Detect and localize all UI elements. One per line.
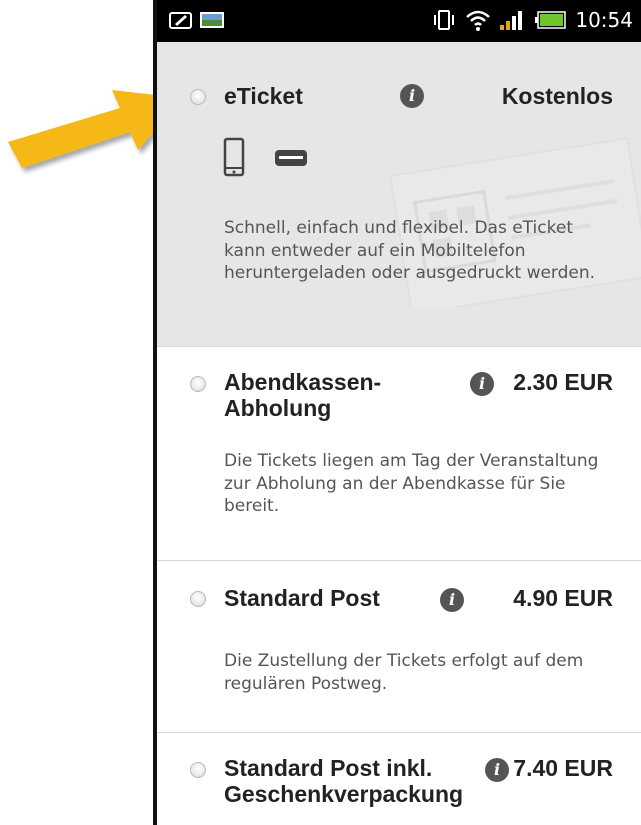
mobile-phone-icon (223, 137, 245, 177)
status-time: 10:54 (575, 8, 633, 32)
option-price-gift-wrap: 7.40 EUR (513, 755, 613, 781)
printer-icon (275, 150, 307, 166)
phone-screen: 10:54 eTicket i Kostenlos Schnell, einfa… (157, 0, 641, 825)
option-title-line2: Abholung (224, 395, 332, 421)
signal-icon (500, 11, 523, 30)
info-icon-gift-wrap[interactable]: i (485, 758, 509, 782)
status-bar: 10:54 (157, 0, 641, 42)
option-price-standard-post: 4.90 EUR (513, 585, 613, 611)
delivery-option-standard-post[interactable]: Standard Post i 4.90 EUR Die Zustellung … (157, 561, 641, 733)
option-title-line1: Abendkassen- (224, 369, 382, 395)
info-icon-box-office-pickup[interactable]: i (470, 372, 494, 396)
radio-box-office-pickup[interactable] (190, 376, 206, 392)
info-icon-standard-post[interactable]: i (440, 588, 464, 612)
option-title-line2: Geschenkverpackung (224, 781, 464, 807)
option-price-eticket: Kostenlos (501, 83, 613, 109)
delivery-option-eticket[interactable]: eTicket i Kostenlos Schnell, einfach und… (157, 42, 641, 347)
radio-eticket[interactable] (190, 89, 206, 105)
radio-standard-post[interactable] (190, 591, 206, 607)
radio-gift-wrap[interactable] (190, 762, 206, 778)
vibrate-icon (434, 10, 455, 30)
option-title-gift-wrap: Standard Post inkl. Geschenkverpackung (224, 755, 463, 807)
image-notification-icon (200, 12, 224, 28)
option-price-box-office-pickup: 2.30 EUR (513, 369, 613, 395)
delivery-option-box-office-pickup[interactable]: Abendkassen- Abholung i 2.30 EUR Die Tic… (157, 347, 641, 561)
option-desc-eticket: Schnell, einfach und flexibel. Das eTick… (224, 218, 596, 283)
option-title-line1: Standard Post inkl. (224, 755, 433, 781)
info-icon-eticket[interactable]: i (400, 84, 424, 108)
wifi-icon (466, 10, 491, 31)
option-title-eticket: eTicket (224, 83, 303, 109)
option-title-standard-post: Standard Post (224, 585, 380, 611)
option-desc-standard-post: Die Zustellung der Tickets erfolgt auf d… (224, 651, 584, 694)
option-desc-box-office-pickup: Die Tickets liegen am Tag der Veranstalt… (224, 451, 599, 516)
edit-notification-icon (169, 12, 192, 29)
option-title-box-office-pickup: Abendkassen- Abholung (224, 369, 381, 421)
delivery-option-gift-wrap[interactable]: Standard Post inkl. Geschenkverpackung i… (157, 733, 641, 825)
battery-icon (535, 11, 567, 29)
